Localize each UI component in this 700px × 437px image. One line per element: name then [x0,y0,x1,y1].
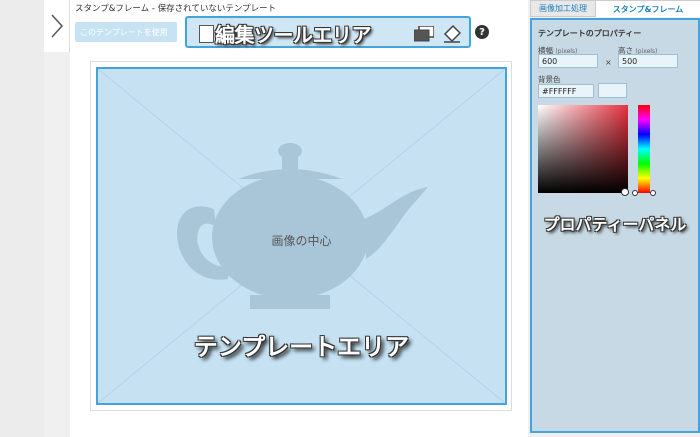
help-icon[interactable]: ? [475,25,489,39]
chevron-right-icon [50,14,63,38]
color-saturation-picker[interactable] [538,105,628,193]
bg-color-swatch[interactable] [598,83,627,98]
eraser-icon[interactable] [443,25,461,43]
tab-image-edit[interactable]: 画像加工処理 [530,0,596,17]
hue-slider[interactable] [638,105,650,193]
tab-stamp-frame[interactable]: スタンプ&フレーム [596,0,700,17]
panel-tabs: 画像加工処理 スタンプ&フレーム [530,0,700,17]
edit-tool-area: 編集ツールエリア [185,16,471,48]
template-area-label: テンプレートエリア [193,333,410,361]
edit-tool-area-label: 編集ツールエリア [215,23,372,47]
property-panel: テンプレートのプロパティー 横幅 (pixels) 600 × 高さ (pixe… [530,18,700,433]
width-field[interactable]: 600 [538,54,598,68]
bg-color-field[interactable]: #FFFFFF [538,84,594,98]
saturation-cursor[interactable] [621,188,629,196]
template-area[interactable]: 画像の中心 テンプレートエリア [96,67,507,405]
layer-icon[interactable] [414,26,434,42]
document-title: スタンプ&フレーム - 保存されていないテンプレート [75,4,277,14]
height-field[interactable]: 500 [618,54,678,68]
use-template-button[interactable]: このテンプレートを使用 [75,22,177,42]
times-sign: × [605,58,612,67]
property-panel-label: プロパティーパネル [543,215,687,234]
new-document-icon[interactable] [199,25,214,43]
image-center-label: 画像の中心 [271,234,332,248]
back-button[interactable] [44,0,70,52]
hue-handle-right[interactable] [650,190,656,196]
left-strip [0,0,44,437]
hue-handle-left[interactable] [632,190,638,196]
properties-title: テンプレートのプロパティー [538,29,642,38]
